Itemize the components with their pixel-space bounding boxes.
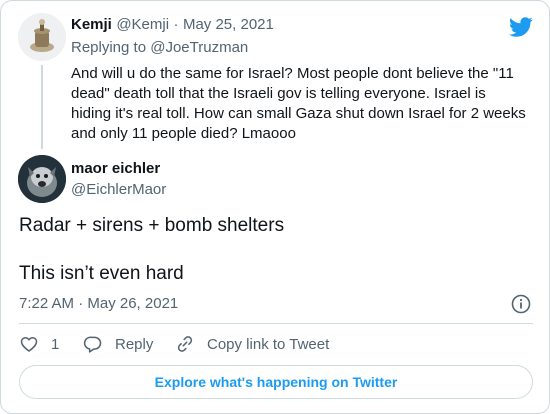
parent-author-name[interactable]: Kemji bbox=[71, 16, 112, 33]
tweet-timestamp[interactable]: 7:22 AM · May 26, 2021 bbox=[19, 295, 178, 312]
replying-to: Replying to @JoeTruzman bbox=[71, 39, 248, 56]
parent-avatar-image bbox=[18, 13, 66, 61]
reply-label: Reply bbox=[115, 335, 154, 353]
reply-button[interactable]: Reply bbox=[83, 334, 153, 354]
parent-header: Kemji @Kemji · May 25, 2021 bbox=[71, 16, 274, 34]
parent-tweet-text: And will u do the same for Israel? Most … bbox=[71, 65, 526, 142]
reply-bubble-icon bbox=[83, 336, 102, 353]
copy-link-button[interactable]: Copy link to Tweet bbox=[175, 334, 329, 354]
like-button[interactable]: 1 bbox=[19, 334, 59, 354]
twitter-bird-icon[interactable] bbox=[509, 15, 533, 39]
author-handle[interactable]: @EichlerMaor bbox=[71, 181, 166, 198]
replying-handle[interactable]: @JoeTruzman bbox=[150, 39, 248, 56]
author-name[interactable]: maor eichler bbox=[71, 160, 160, 177]
author-avatar[interactable] bbox=[18, 155, 66, 203]
link-icon bbox=[177, 336, 193, 352]
tweet-text-line-1: Radar + sirens + bomb shelters bbox=[19, 215, 285, 236]
heart-icon bbox=[20, 337, 38, 352]
tweet-text-line-2: This isn’t even hard bbox=[19, 263, 184, 284]
tweet-embed-card: Kemji @Kemji · May 25, 2021 Replying to … bbox=[0, 0, 550, 414]
thread-connector-line bbox=[41, 65, 43, 149]
parent-author-handle[interactable]: @Kemji bbox=[116, 16, 169, 33]
parent-date[interactable]: May 25, 2021 bbox=[183, 16, 274, 33]
info-icon[interactable] bbox=[511, 294, 531, 314]
author-avatar-image bbox=[18, 155, 66, 203]
replying-prefix: Replying to bbox=[71, 39, 147, 56]
divider bbox=[19, 323, 533, 324]
parent-avatar[interactable] bbox=[18, 13, 66, 61]
explore-twitter-button[interactable]: Explore what's happening on Twitter bbox=[19, 365, 533, 399]
like-count: 1 bbox=[51, 335, 60, 353]
explore-label: Explore what's happening on Twitter bbox=[154, 374, 398, 390]
copy-link-label: Copy link to Tweet bbox=[207, 335, 330, 353]
parent-dot-separator: · bbox=[173, 16, 179, 33]
